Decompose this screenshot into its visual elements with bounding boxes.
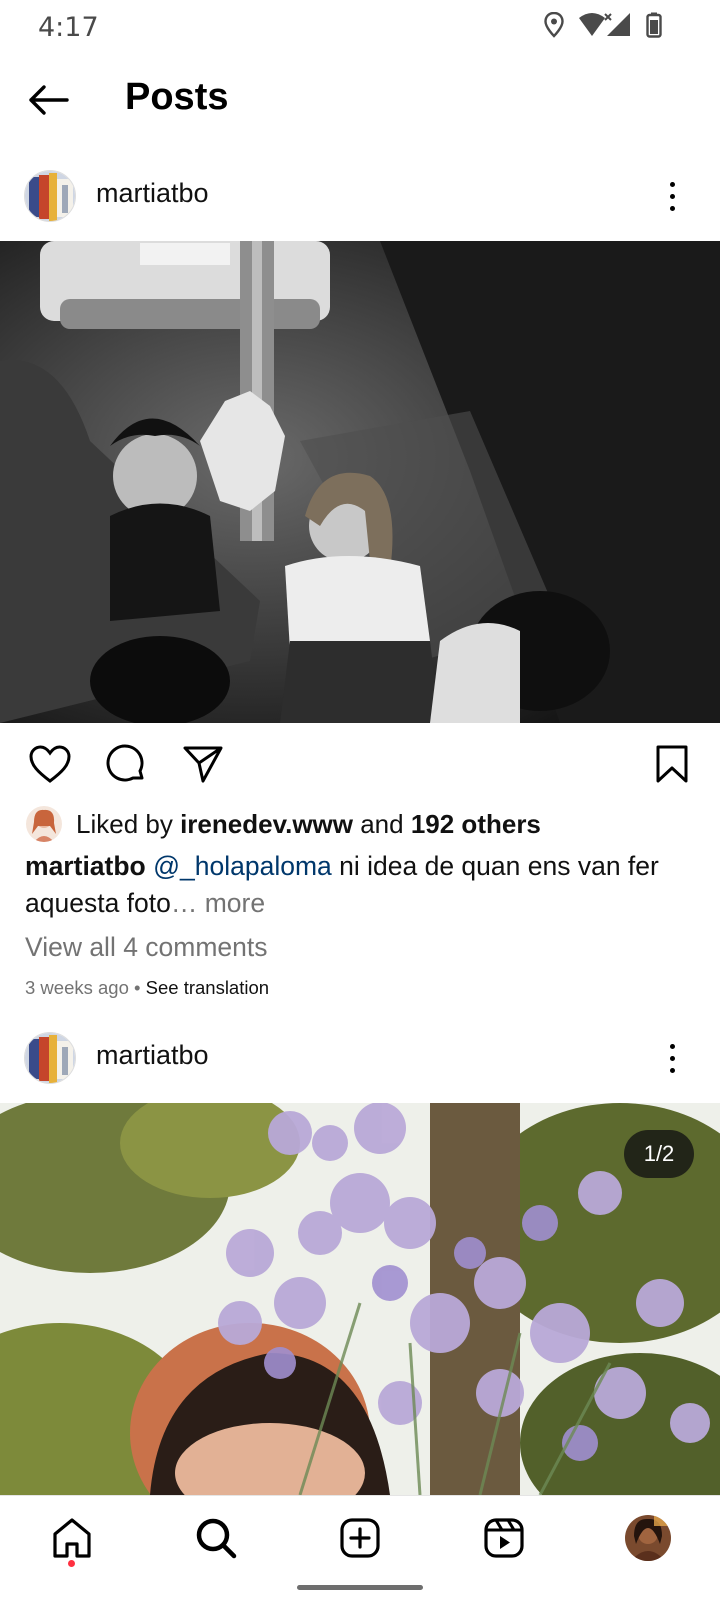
share-button[interactable] [177, 738, 229, 790]
top-app-bar: Posts [0, 60, 720, 140]
send-icon [183, 746, 223, 783]
bookmark-icon [656, 745, 688, 783]
status-icons [544, 12, 662, 38]
liker-avatar [26, 806, 62, 842]
bottom-navigation [0, 1495, 720, 1600]
meta-separator: • [128, 977, 146, 998]
post-actions [0, 738, 720, 790]
post-header: martiatbo [0, 1022, 720, 1094]
post-username[interactable]: martiatbo [96, 178, 209, 209]
post-avatar[interactable] [24, 170, 76, 222]
nav-reels[interactable] [476, 1510, 532, 1566]
post-photo[interactable] [0, 241, 720, 723]
location-icon [544, 12, 564, 38]
post-avatar[interactable] [24, 1032, 76, 1084]
liked-by-middle: and [353, 808, 411, 839]
comment-button[interactable] [100, 738, 152, 790]
post-image-bw [0, 241, 720, 723]
more-vertical-icon [669, 181, 675, 211]
wifi-signal-icon [579, 13, 630, 36]
liked-by-prefix: Liked by [76, 808, 181, 839]
home-notification-dot [68, 1560, 75, 1567]
reels-icon [484, 1518, 524, 1558]
see-translation-link[interactable]: See translation [146, 977, 269, 998]
avatar-image [25, 171, 75, 221]
like-button[interactable] [24, 738, 76, 790]
more-vertical-icon [669, 1043, 675, 1073]
avatar-image [25, 1033, 75, 1083]
post-photo[interactable] [0, 1103, 720, 1495]
plus-square-icon [340, 1518, 380, 1558]
save-button[interactable] [646, 738, 698, 790]
comment-bubble-icon [106, 744, 144, 782]
status-bar: 4:17 [0, 0, 720, 50]
heart-icon [29, 745, 71, 783]
battery-icon [646, 12, 662, 38]
post-options-button[interactable] [660, 174, 684, 218]
back-button[interactable] [24, 78, 72, 122]
nav-home[interactable] [44, 1510, 100, 1566]
caption-username[interactable]: martiatbo [25, 851, 146, 881]
post-image-flowers [0, 1103, 720, 1495]
liked-by-row[interactable]: Liked by irenedev.www and 192 others [26, 806, 541, 842]
nav-search[interactable] [188, 1510, 244, 1566]
view-all-comments-link[interactable]: View all 4 comments [25, 932, 268, 963]
post-caption: martiatbo @_holapaloma ni idea de quan e… [25, 848, 705, 922]
post-username[interactable]: martiatbo [96, 1040, 209, 1071]
home-icon [53, 1518, 91, 1558]
post-time-ago: 3 weeks ago [25, 977, 129, 998]
page-title: Posts [125, 76, 229, 118]
post-header: martiatbo [0, 160, 720, 232]
nav-create[interactable] [332, 1510, 388, 1566]
liked-by-others[interactable]: 192 others [411, 809, 541, 840]
gesture-navigation-bar[interactable] [297, 1585, 423, 1590]
caption-mention[interactable]: @_holapaloma [153, 851, 332, 881]
status-time: 4:17 [38, 12, 99, 43]
arrow-left-icon [29, 85, 69, 115]
post-meta: 3 weeks ago • See translation [25, 977, 269, 999]
post-options-button[interactable] [660, 1036, 684, 1080]
carousel-indicator: 1/2 [624, 1130, 694, 1178]
caption-more-link[interactable]: … more [171, 888, 265, 918]
search-icon [196, 1518, 237, 1559]
nav-profile[interactable] [620, 1510, 676, 1566]
liked-by-user[interactable]: irenedev.www [180, 809, 353, 840]
profile-avatar [625, 1515, 671, 1561]
